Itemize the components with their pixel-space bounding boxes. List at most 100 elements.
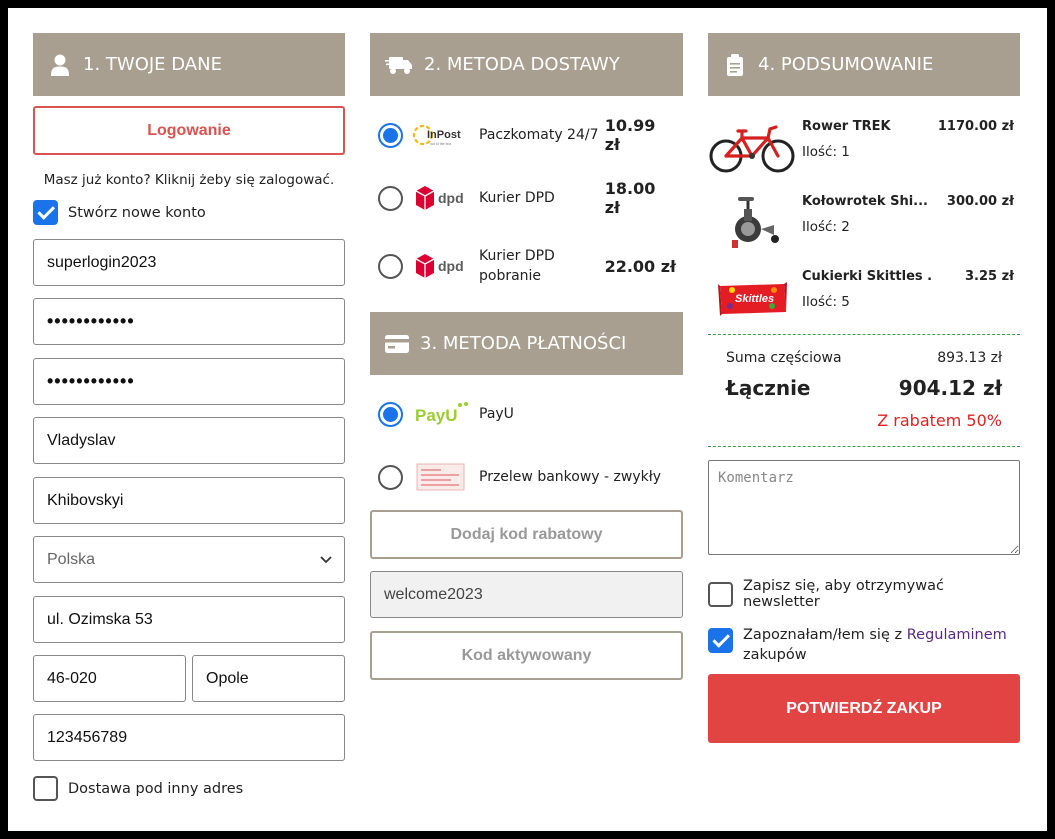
shipping-radio[interactable]: [378, 253, 403, 279]
svg-text:Skittles: Skittles: [735, 293, 774, 305]
terms-prefix: Zapoznałam/łem się z: [743, 627, 907, 643]
terms-row[interactable]: Zapoznałam/łem się z Regulaminem zakupów: [708, 625, 1020, 665]
item-quantity: Ilość: 1: [802, 144, 850, 160]
phone-field[interactable]: 123456789: [33, 714, 345, 761]
checkout-page: 1. TWOJE DANE Logowanie Masz już konto? …: [8, 8, 1047, 831]
shipping-radio[interactable]: [378, 122, 403, 148]
first-name-field[interactable]: Vladyslav: [33, 417, 345, 464]
item-name: Rower TREK: [802, 119, 891, 134]
truck-icon: [384, 52, 414, 78]
bicycle-image: [708, 117, 796, 179]
code-activated-button[interactable]: Kod aktywowany: [370, 631, 683, 680]
create-account-label: Stwórz nowe konto: [68, 204, 206, 221]
cart-item: Rower TREK 1170.00 zł Ilość: 1: [708, 117, 1020, 182]
svg-text:PayU: PayU: [415, 406, 458, 425]
shipping-option-dpd[interactable]: dpd Kurier DPD 18.00 zł: [370, 179, 683, 217]
svg-text:InPost: InPost: [427, 129, 461, 141]
shipping-name: Kurier DPD pobranie: [479, 248, 555, 284]
subtotal-label: Suma częściowa: [726, 350, 842, 366]
credit-card-icon: [384, 331, 410, 357]
newsletter-checkbox[interactable]: [708, 581, 733, 607]
item-price: 1170.00 zł: [937, 119, 1014, 134]
city-field[interactable]: Opole: [192, 655, 345, 702]
total-value: 904.12 zł: [898, 376, 1002, 400]
customer-data-header: 1. TWOJE DANE: [33, 33, 345, 96]
customer-data-column: 1. TWOJE DANE Logowanie Masz już konto? …: [33, 33, 345, 801]
svg-text:dpd: dpd: [438, 190, 464, 206]
terms-checkbox[interactable]: [708, 628, 733, 653]
clipboard-icon: [722, 52, 748, 78]
shipping-header: 2. METODA DOSTAWY: [370, 33, 683, 96]
username-field[interactable]: superlogin2023: [33, 239, 345, 286]
add-discount-code-button[interactable]: Dodaj kod rabatowy: [370, 510, 683, 559]
login-button[interactable]: Logowanie: [33, 106, 345, 155]
payment-radio[interactable]: [378, 464, 403, 490]
terms-suffix: zakupów: [743, 647, 807, 663]
summary-title: 4. PODSUMOWANIE: [758, 54, 934, 75]
password-field[interactable]: ••••••••••••: [33, 298, 345, 345]
shipping-payment-column: 2. METODA DOSTAWY InPost out of the box …: [370, 33, 683, 693]
total-row: Łącznie 904.12 zł: [726, 376, 1002, 400]
summary-header: 4. PODSUMOWANIE: [708, 33, 1020, 96]
item-quantity: Ilość: 2: [802, 219, 850, 235]
street-field[interactable]: ul. Ozimska 53: [33, 596, 345, 643]
country-select[interactable]: Polska: [33, 536, 345, 583]
create-account-row[interactable]: Stwórz nowe konto: [33, 200, 345, 225]
login-hint: Masz już konto? Kliknij żeby się zalogow…: [43, 172, 335, 188]
payment-radio[interactable]: [378, 401, 403, 427]
customer-data-title: 1. TWOJE DANE: [83, 54, 222, 75]
newsletter-label: Zapisz się, aby otrzymywać newsletter: [743, 578, 944, 610]
other-address-row[interactable]: Dostawa pod inny adres: [33, 776, 345, 801]
user-icon: [47, 52, 73, 78]
summary-column: 4. PODSUMOWANIE Rower TREK 1170.00 zł Il…: [708, 33, 1020, 753]
comment-textarea[interactable]: [708, 460, 1020, 555]
payment-title: 3. METODA PŁATNOŚCI: [420, 333, 627, 354]
other-address-checkbox[interactable]: [33, 776, 58, 801]
shipping-price: 10.99 zł: [604, 116, 656, 154]
summary-divider: [708, 446, 1020, 447]
item-quantity: Ilość: 5: [802, 294, 850, 310]
last-name-field[interactable]: Khibovskyi: [33, 477, 345, 524]
svg-text:dpd: dpd: [438, 258, 464, 274]
shipping-option-dpd-cod[interactable]: dpd Kurier DPD pobranie 22.00 zł: [370, 244, 683, 288]
payment-option-payu[interactable]: PayU PayU: [370, 397, 683, 431]
item-name: Cukierki Skittles ...: [802, 269, 932, 284]
bank-transfer-icon: [413, 460, 469, 494]
discount-note-row: Z rabatem 50%: [726, 411, 1002, 430]
cart-item: Skittles Cukierki Skittles ... 3.25 zł I…: [708, 267, 1020, 332]
dpd-logo: dpd: [413, 249, 469, 283]
skittles-image: Skittles: [708, 267, 796, 329]
create-account-checkbox[interactable]: [33, 200, 58, 225]
discount-note: Z rabatem 50%: [877, 411, 1002, 430]
payment-name: Przelew bankowy - zwykły: [479, 469, 661, 485]
inpost-logo: InPost out of the box: [413, 118, 469, 152]
postal-city-row: 46-020 Opole: [33, 655, 345, 702]
item-price: 300.00 zł: [946, 194, 1014, 209]
payment-header: 3. METODA PŁATNOŚCI: [370, 312, 683, 375]
summary-divider: [708, 334, 1020, 335]
total-label: Łącznie: [726, 376, 811, 400]
terms-link[interactable]: Regulaminem: [907, 627, 1007, 643]
cart-item: Kołowrotek Shi... 300.00 zł Ilość: 2: [708, 192, 1020, 257]
payu-logo: PayU: [413, 397, 469, 431]
shipping-radio[interactable]: [378, 185, 403, 211]
shipping-price: 18.00 zł: [604, 179, 656, 217]
shipping-name: Kurier DPD: [479, 190, 555, 206]
confirm-purchase-button[interactable]: POTWIERDŹ ZAKUP: [708, 674, 1020, 743]
payment-name: PayU: [479, 406, 514, 422]
country-value: Polska: [47, 550, 96, 568]
fishing-reel-image: [708, 192, 796, 254]
svg-text:out of the box: out of the box: [430, 142, 451, 146]
password-confirm-field[interactable]: ••••••••••••: [33, 358, 345, 405]
item-name: Kołowrotek Shi...: [802, 194, 928, 209]
terms-text: Zapoznałam/łem się z Regulaminem zakupów: [743, 625, 1007, 665]
payment-option-bank-transfer[interactable]: Przelew bankowy - zwykły: [370, 460, 683, 494]
newsletter-row[interactable]: Zapisz się, aby otrzymywać newsletter: [708, 578, 1020, 610]
subtotal-value: 893.13 zł: [937, 350, 1002, 366]
shipping-option-inpost[interactable]: InPost out of the box Paczkomaty 24/7 10…: [370, 116, 683, 154]
item-price: 3.25 zł: [965, 269, 1014, 284]
dpd-logo: dpd: [413, 181, 469, 215]
other-address-label: Dostawa pod inny adres: [68, 780, 244, 797]
postal-code-field[interactable]: 46-020: [33, 655, 186, 702]
discount-code-field[interactable]: welcome2023: [370, 571, 683, 618]
